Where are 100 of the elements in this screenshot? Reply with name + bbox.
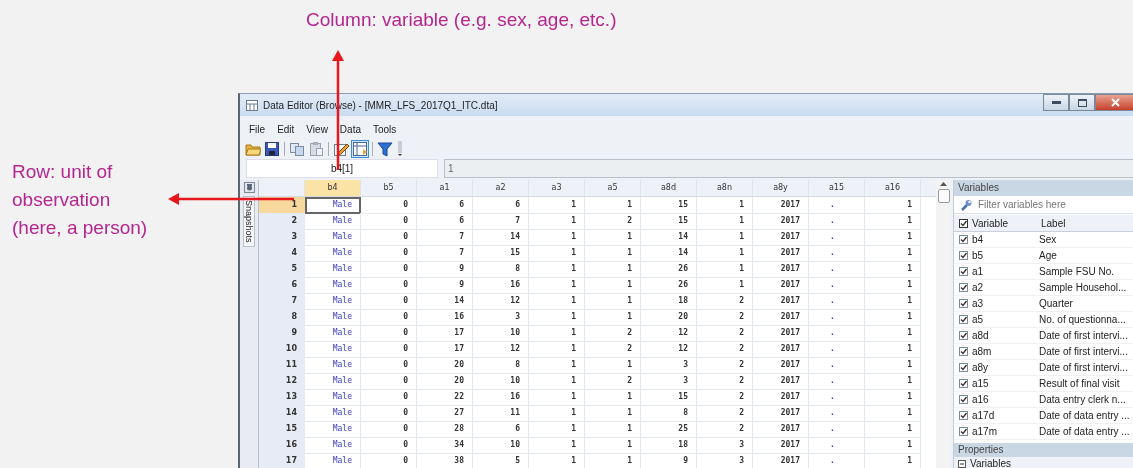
table-cell[interactable]: .: [809, 293, 865, 310]
checkbox[interactable]: [959, 363, 968, 372]
table-cell[interactable]: 1: [865, 389, 921, 406]
table-cell[interactable]: 3: [697, 453, 753, 468]
menu-item[interactable]: File: [244, 123, 271, 135]
table-cell[interactable]: 12: [641, 325, 697, 342]
table-cell[interactable]: Male: [305, 229, 361, 246]
scrollbar[interactable]: [936, 180, 951, 468]
table-cell[interactable]: 12: [473, 293, 529, 310]
variable-name[interactable]: a8m: [972, 346, 992, 357]
table-cell[interactable]: .: [809, 373, 865, 390]
table-cell[interactable]: 1: [865, 261, 921, 278]
variable-name[interactable]: b4: [972, 234, 984, 245]
column-header[interactable]: a1: [417, 180, 473, 196]
column-header[interactable]: a15: [809, 180, 865, 196]
table-cell[interactable]: 1: [585, 261, 641, 278]
table-cell[interactable]: 0: [361, 325, 417, 342]
table-cell[interactable]: 8: [641, 405, 697, 422]
table-cell[interactable]: 0: [361, 213, 417, 230]
table-cell[interactable]: 2: [585, 373, 641, 390]
table-cell[interactable]: 1: [529, 389, 585, 406]
table-cell[interactable]: 1: [585, 357, 641, 374]
table-cell[interactable]: 1: [529, 245, 585, 262]
table-cell[interactable]: 2: [585, 341, 641, 358]
filter-field[interactable]: Filter variables here: [978, 199, 1118, 210]
table-cell[interactable]: 14: [417, 293, 473, 310]
menu-item[interactable]: Tools: [368, 123, 402, 135]
table-cell[interactable]: Male: [305, 197, 361, 214]
variable-name[interactable]: a1: [972, 266, 984, 277]
table-cell[interactable]: Male: [305, 325, 361, 342]
table-cell[interactable]: 14: [641, 245, 697, 262]
table-cell[interactable]: 15: [473, 245, 529, 262]
variable-name[interactable]: a2: [972, 282, 984, 293]
table-cell[interactable]: 1: [585, 245, 641, 262]
table-cell[interactable]: .: [809, 261, 865, 278]
table-cell[interactable]: 10: [473, 325, 529, 342]
table-cell[interactable]: 27: [417, 405, 473, 422]
table-cell[interactable]: 1: [865, 245, 921, 262]
table-cell[interactable]: .: [809, 405, 865, 422]
variable-name[interactable]: a16: [972, 394, 989, 405]
table-cell[interactable]: 1: [529, 421, 585, 438]
table-cell[interactable]: 20: [417, 373, 473, 390]
table-cell[interactable]: 2017: [753, 357, 809, 374]
table-cell[interactable]: 1: [529, 309, 585, 326]
table-cell[interactable]: 7: [417, 245, 473, 262]
column-header[interactable]: a8y: [753, 180, 809, 196]
table-cell[interactable]: Male: [305, 453, 361, 468]
table-cell[interactable]: Male: [305, 437, 361, 454]
table-cell[interactable]: .: [809, 389, 865, 406]
table-cell[interactable]: .: [809, 437, 865, 454]
table-cell[interactable]: 0: [361, 405, 417, 422]
table-cell[interactable]: 2: [697, 293, 753, 310]
table-cell[interactable]: 6: [417, 213, 473, 230]
table-cell[interactable]: 2: [697, 373, 753, 390]
table-cell[interactable]: 1: [585, 453, 641, 468]
table-cell[interactable]: Male: [305, 309, 361, 326]
table-cell[interactable]: 2017: [753, 309, 809, 326]
table-cell[interactable]: 0: [361, 341, 417, 358]
table-cell[interactable]: 2017: [753, 325, 809, 342]
table-cell[interactable]: 1: [865, 197, 921, 214]
table-cell[interactable]: 2017: [753, 293, 809, 310]
table-cell[interactable]: 1: [585, 309, 641, 326]
table-cell[interactable]: 2017: [753, 197, 809, 214]
table-cell[interactable]: 1: [529, 229, 585, 246]
table-cell[interactable]: 6: [417, 197, 473, 214]
table-cell[interactable]: 14: [473, 229, 529, 246]
column-header[interactable]: a5: [585, 180, 641, 196]
table-cell[interactable]: 2017: [753, 405, 809, 422]
table-cell[interactable]: 28: [417, 421, 473, 438]
table-cell[interactable]: 2017: [753, 277, 809, 294]
cell-value-field[interactable]: 1: [444, 159, 1133, 178]
menu-item[interactable]: Data: [334, 123, 366, 135]
checkbox[interactable]: [959, 235, 968, 244]
table-cell[interactable]: 3: [641, 373, 697, 390]
table-cell[interactable]: 9: [417, 277, 473, 294]
table-cell[interactable]: 2017: [753, 245, 809, 262]
checkbox[interactable]: [959, 379, 968, 388]
column-header[interactable]: Variable: [972, 217, 1008, 229]
table-cell[interactable]: 1: [865, 213, 921, 230]
table-cell[interactable]: 34: [417, 437, 473, 454]
column-header[interactable]: a2: [473, 180, 529, 196]
table-cell[interactable]: .: [809, 325, 865, 342]
table-cell[interactable]: Male: [305, 213, 361, 230]
table-cell[interactable]: 20: [641, 309, 697, 326]
table-cell[interactable]: 1: [865, 293, 921, 310]
table-cell[interactable]: .: [809, 197, 865, 214]
table-cell[interactable]: 12: [473, 341, 529, 358]
row-number[interactable]: 17: [259, 453, 305, 468]
table-cell[interactable]: 1: [585, 277, 641, 294]
checkbox[interactable]: [959, 331, 968, 340]
table-cell[interactable]: 3: [697, 437, 753, 454]
table-cell[interactable]: 1: [865, 453, 921, 468]
table-cell[interactable]: 25: [641, 421, 697, 438]
table-cell[interactable]: 15: [641, 213, 697, 230]
table-cell[interactable]: 1: [529, 293, 585, 310]
table-cell[interactable]: .: [809, 453, 865, 468]
table-cell[interactable]: 7: [417, 229, 473, 246]
table-cell[interactable]: 1: [697, 277, 753, 294]
variable-name[interactable]: a3: [972, 298, 984, 309]
toolbar-button[interactable]: [263, 139, 281, 158]
